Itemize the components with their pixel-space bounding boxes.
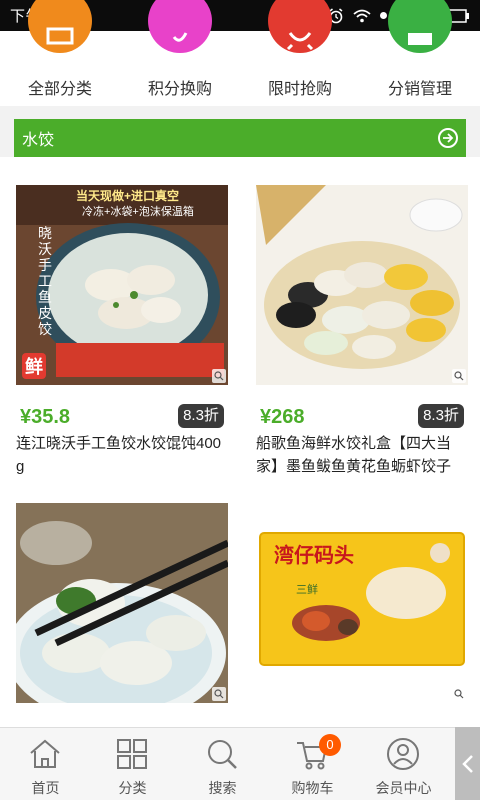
product-image-text: 晓沃手工鱼皮饺 bbox=[38, 225, 52, 337]
zoom-icon[interactable] bbox=[452, 369, 466, 383]
product-image[interactable] bbox=[16, 503, 228, 703]
arrow-right-icon[interactable] bbox=[438, 128, 458, 148]
wifi-icon bbox=[353, 9, 371, 22]
product-image[interactable]: 当天现做+进口真空 冷冻+冰袋+泡沫保温箱 晓沃手工鱼皮饺 鲜 bbox=[16, 185, 228, 385]
section-title: 水饺 bbox=[22, 132, 55, 149]
section-header[interactable]: 水饺 bbox=[14, 119, 466, 157]
nav-cart[interactable]: 0 购物车 bbox=[267, 728, 358, 800]
product-image-text: 冷冻+冰袋+泡沫保温箱 bbox=[82, 206, 194, 218]
chevron-left-icon bbox=[461, 754, 473, 773]
product-name[interactable]: 船歌鱼海鲜水饺礼盒【四大当家】墨鱼鲅鱼黄花鱼蛎虾饺子 bbox=[256, 432, 468, 478]
nav-category[interactable]: 分类 bbox=[87, 728, 178, 800]
user-icon bbox=[387, 738, 419, 770]
product-image-text: 鲜 bbox=[22, 353, 46, 379]
points-icon bbox=[148, 0, 212, 53]
zoom-icon[interactable] bbox=[452, 687, 466, 701]
search-icon bbox=[208, 740, 237, 769]
zoom-icon[interactable] bbox=[212, 687, 226, 701]
distribution-icon bbox=[388, 0, 452, 53]
product-price: ¥35.8 bbox=[20, 406, 71, 428]
category-all-label: 全部分类 bbox=[27, 81, 92, 98]
nav-search[interactable]: 搜索 bbox=[177, 728, 268, 800]
category-distribution-label: 分销管理 bbox=[387, 81, 452, 98]
product-image-text: 三鲜 bbox=[296, 584, 318, 596]
nav-cart-label: 购物车 bbox=[291, 780, 334, 796]
product-image-text: 湾仔码头 bbox=[274, 545, 354, 567]
category-icon bbox=[117, 739, 147, 769]
product-name[interactable]: 连江晓沃手工鱼饺水饺馄饨400g bbox=[16, 432, 228, 478]
product-image[interactable]: 湾仔码头 三鲜 bbox=[256, 503, 468, 703]
product-price: ¥268 bbox=[260, 406, 305, 428]
product-grid: 当天现做+进口真空 冷冻+冰袋+泡沫保温箱 晓沃手工鱼皮饺 鲜 ¥35.8 8.… bbox=[0, 157, 480, 727]
home-icon bbox=[30, 739, 60, 768]
zoom-icon[interactable] bbox=[212, 369, 226, 383]
category-bar: 全部分类 积分换购 限时抢购 分销管理 bbox=[0, 0, 480, 106]
category-distribution[interactable]: 分销管理 bbox=[360, 0, 480, 106]
cart-badge: 0 bbox=[319, 734, 341, 756]
category-points[interactable]: 积分换购 bbox=[120, 0, 240, 106]
collapse-tab[interactable] bbox=[455, 727, 480, 800]
category-all[interactable]: 全部分类 bbox=[0, 0, 120, 106]
product-image[interactable] bbox=[256, 185, 468, 385]
discount-badge: 8.3折 bbox=[418, 404, 464, 428]
bottom-nav: 首页 分类 搜索 0 购物车 会员中心 bbox=[0, 727, 480, 800]
category-flash-sale-label: 限时抢购 bbox=[267, 81, 332, 98]
nav-category-label: 分类 bbox=[118, 780, 147, 796]
alarm-clock-icon bbox=[268, 0, 332, 53]
nav-member[interactable]: 会员中心 bbox=[358, 728, 449, 800]
nav-home-label: 首页 bbox=[31, 780, 60, 796]
product-image-text: 当天现做+进口真空 bbox=[76, 189, 180, 203]
category-points-label: 积分换购 bbox=[147, 81, 212, 98]
nav-search-label: 搜索 bbox=[208, 780, 237, 796]
nav-member-label: 会员中心 bbox=[375, 780, 432, 796]
category-flash-sale[interactable]: 限时抢购 bbox=[240, 0, 360, 106]
discount-badge: 8.3折 bbox=[178, 404, 224, 428]
grid-icon bbox=[28, 0, 92, 53]
nav-home[interactable]: 首页 bbox=[0, 728, 91, 800]
